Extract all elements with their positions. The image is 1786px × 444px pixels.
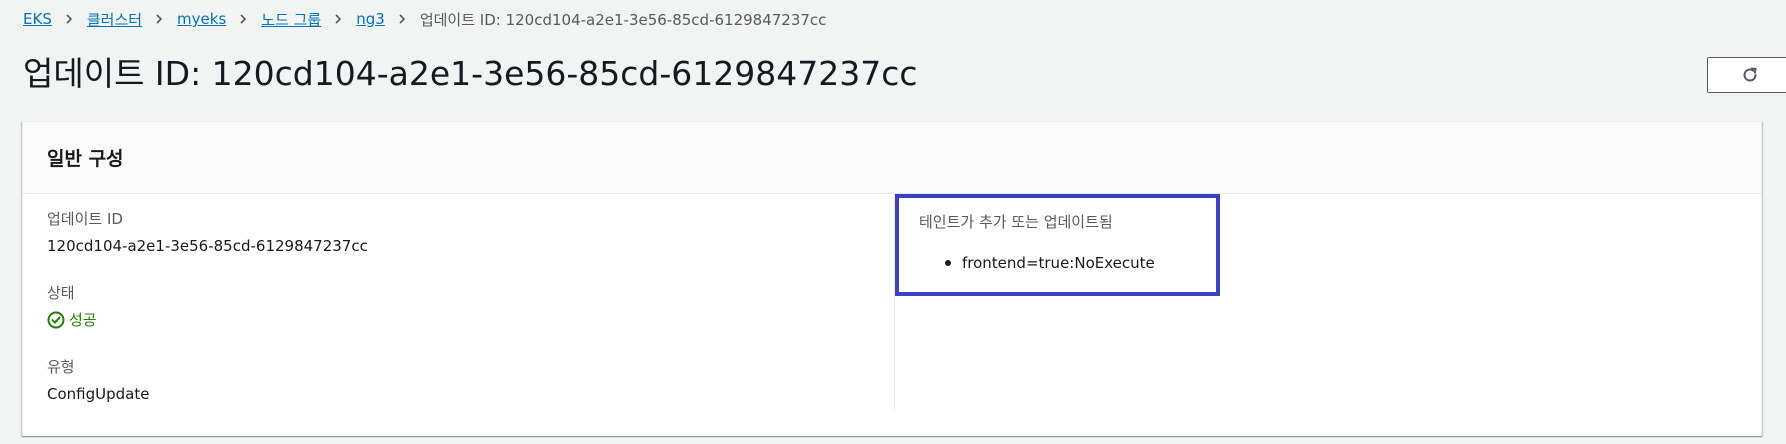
type-value: ConfigUpdate [47, 385, 150, 403]
chevron-right-icon [335, 14, 342, 24]
status-field: 상태 성공 [47, 283, 97, 330]
taint-item: frontend=true:NoExecute [945, 253, 1155, 273]
refresh-button[interactable] [1707, 57, 1786, 93]
breadcrumb-link-node-groups[interactable]: 노드 그룹 [261, 9, 321, 30]
general-configuration-panel: 일반 구성 업데이트 ID 120cd104-a2e1-3e56-85cd-61… [22, 121, 1762, 436]
update-id-label: 업데이트 ID [47, 210, 123, 228]
breadcrumb-link-clusters[interactable]: 클러스터 [87, 9, 142, 30]
bullet-icon [945, 260, 951, 266]
taints-label: 테인트가 추가 또는 업데이트됨 [919, 213, 1113, 231]
chevron-right-icon [240, 14, 247, 24]
type-field: 유형 ConfigUpdate [47, 357, 149, 404]
chevron-right-icon [156, 14, 163, 24]
success-check-icon [47, 311, 65, 329]
status-text: 성공 [69, 311, 97, 329]
panel-title: 일반 구성 [47, 148, 124, 170]
taint-item-text: frontend=true:NoExecute [962, 254, 1155, 272]
page-title: 업데이트 ID: 120cd104-a2e1-3e56-85cd-6129847… [23, 54, 918, 93]
breadcrumb-current: 업데이트 ID: 120cd104-a2e1-3e56-85cd-6129847… [419, 10, 827, 29]
taints-highlight-box: 테인트가 추가 또는 업데이트됨 frontend=true:NoExecute [895, 194, 1220, 296]
taints-list: frontend=true:NoExecute [945, 253, 1155, 273]
chevron-right-icon [66, 14, 72, 24]
breadcrumb-link-cluster[interactable]: myeks [177, 10, 226, 28]
status-label: 상태 [47, 284, 75, 302]
refresh-icon [1743, 67, 1757, 82]
type-label: 유형 [47, 358, 75, 376]
breadcrumb: EKS 클러스터 myeks 노드 그룹 ng3 업데이트 ID: 120cd1… [23, 6, 826, 32]
breadcrumb-link-eks[interactable]: EKS [23, 10, 52, 28]
page: EKS 클러스터 myeks 노드 그룹 ng3 업데이트 ID: 120cd1… [0, 0, 1786, 444]
panel-header: 일반 구성 [23, 122, 1761, 194]
breadcrumb-link-node-group[interactable]: ng3 [356, 10, 385, 28]
status-value: 성공 [47, 310, 97, 330]
panel-body: 업데이트 ID 120cd104-a2e1-3e56-85cd-61298472… [23, 194, 1761, 437]
update-id-field: 업데이트 ID 120cd104-a2e1-3e56-85cd-61298472… [47, 209, 368, 256]
chevron-right-icon [399, 14, 405, 24]
update-id-value: 120cd104-a2e1-3e56-85cd-6129847237cc [47, 237, 368, 255]
